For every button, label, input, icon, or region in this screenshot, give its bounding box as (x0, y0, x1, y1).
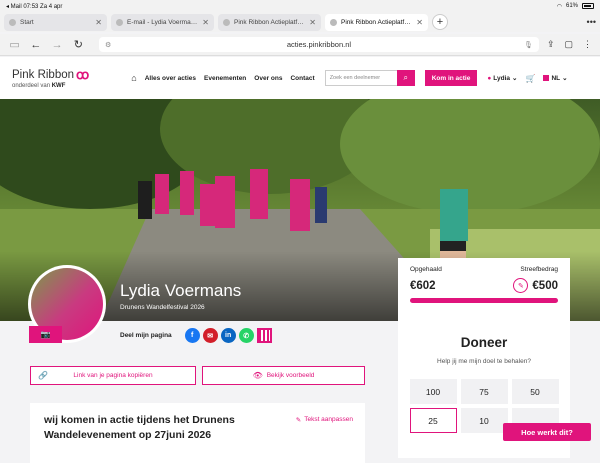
tab-overview-icon[interactable]: ▢ (564, 39, 573, 50)
tab-label: E-mail - Lydia Voermans - Outlook (127, 18, 198, 26)
preview-button[interactable]: 👁 Bekijk voorbeeld (202, 366, 365, 385)
linkedin-icon[interactable]: in (220, 328, 236, 343)
user-menu[interactable]: ● Lydia ⌄ (487, 74, 518, 83)
browser-tab-strip: Start ✕ E-mail - Lydia Voermans - Outloo… (0, 12, 600, 32)
ios-status-bar: ◂ Mail 07:53 Za 4 apr ◠ 61% (0, 0, 600, 12)
user-icon: ● (487, 74, 492, 82)
progress-fill (410, 298, 558, 303)
forward-icon[interactable]: → (50, 39, 63, 51)
logo[interactable]: Pink Ribbon ꝏ onderdeel van KWF (12, 67, 89, 89)
story-card: wij komen in actie tijdens het Drunens W… (30, 403, 365, 463)
goal-amount: €500 (532, 279, 558, 292)
status-left: ◂ Mail 07:53 Za 4 apr (6, 3, 63, 10)
copy-link-button[interactable]: 🔗 Link van je pagina kopiëren (30, 366, 196, 385)
close-tab-icon[interactable]: ✕ (416, 18, 423, 27)
browser-toolbar: ▭ ← → ↻ ⚙ acties.pinkribbon.nl 🎙 ⇪ ▢ ⋮ (0, 34, 600, 56)
qr-code-icon[interactable] (256, 328, 272, 343)
fundraising-summary: Opgehaald Streefbedrag €602 ✎ €500 (398, 258, 570, 313)
cart-icon[interactable]: 🛒 (525, 74, 535, 83)
site-header: Pink Ribbon ꝏ onderdeel van KWF ⌂ Alles … (0, 57, 600, 99)
nav-over-ons[interactable]: Over ons (254, 75, 282, 82)
new-tab-button[interactable]: + (432, 14, 448, 30)
raised-label: Opgehaald (410, 266, 442, 273)
amount-option[interactable]: 75 (460, 379, 508, 404)
edit-text-label: Tekst aanpassen (304, 416, 353, 423)
main-nav: ⌂ Alles over acties Evenementen Over ons… (131, 73, 314, 83)
close-tab-icon[interactable]: ✕ (309, 18, 316, 27)
nav-contact[interactable]: Contact (290, 75, 314, 82)
flag-icon (543, 75, 550, 81)
favicon-icon (330, 18, 337, 26)
amount-option[interactable]: 50 (511, 379, 559, 404)
site-settings-icon[interactable]: ⚙ (105, 41, 111, 49)
browser-tab[interactable]: Start ✕ (4, 13, 107, 31)
mic-icon[interactable]: 🎙 (524, 41, 533, 49)
wifi-icon: ◠ (556, 3, 562, 10)
how-it-works-button[interactable]: Hoe werkt dit? (503, 423, 591, 441)
reload-icon[interactable]: ↻ (72, 38, 85, 51)
event-name: Drunens Wandelfestival 2026 (120, 304, 205, 311)
amount-option-selected[interactable]: 25 (409, 408, 457, 433)
share-bar: Deel mijn pagina f ✉ in ✆ (120, 328, 272, 343)
link-icon: 🔗 (38, 371, 48, 380)
address-bar[interactable]: ⚙ acties.pinkribbon.nl 🎙 (98, 37, 539, 52)
search-icon[interactable]: ⌕ (396, 70, 415, 86)
close-tab-icon[interactable]: ✕ (202, 18, 209, 27)
goal-label: Streefbedrag (520, 266, 558, 273)
raised-amount: €602 (410, 279, 436, 292)
share-icon[interactable]: ⇪ (547, 39, 555, 50)
close-tab-icon[interactable]: ✕ (95, 18, 102, 27)
donate-question: Help jij me mijn doel te behalen? (437, 358, 531, 365)
back-icon[interactable]: ← (29, 39, 42, 51)
favicon-icon (9, 18, 16, 26)
browser-tab-active[interactable]: Pink Ribbon Actieplatform ✕ (325, 13, 428, 31)
eye-icon: 👁 (252, 371, 263, 380)
participant-search[interactable]: Zoek een deelnemer ⌕ (324, 70, 415, 86)
email-icon[interactable]: ✉ (202, 328, 218, 343)
battery-icon (582, 3, 594, 9)
chevron-down-icon: ⌄ (512, 75, 518, 82)
edit-text-button[interactable]: ✎ Tekst aanpassen (296, 416, 353, 424)
logo-sub-text: onderdeel van (12, 83, 51, 89)
more-icon[interactable]: ••• (587, 17, 596, 27)
share-label: Deel mijn pagina (120, 332, 172, 339)
amount-option[interactable]: 10 (460, 408, 508, 433)
menu-icon[interactable]: ⋮ (583, 39, 592, 50)
tab-label: Start (20, 18, 34, 26)
nav-alles-over-acties[interactable]: Alles over acties (145, 75, 196, 82)
progress-bar (410, 298, 558, 303)
story-title: wij komen in actie tijdens het Drunens W… (44, 414, 235, 441)
kwf-brand: KWF (51, 83, 66, 89)
search-placeholder: Zoek een deelnemer (329, 75, 381, 81)
donate-title: Doneer (460, 335, 508, 350)
home-icon[interactable]: ⌂ (131, 73, 136, 83)
edit-goal-icon[interactable]: ✎ (513, 278, 529, 293)
facebook-icon[interactable]: f (184, 328, 200, 343)
chevron-down-icon: ⌄ (562, 75, 568, 82)
kom-in-actie-button[interactable]: Kom in actie (424, 70, 478, 86)
url-text: acties.pinkribbon.nl (286, 40, 352, 49)
pencil-icon: ✎ (295, 417, 302, 424)
ribbon-icon: ꝏ (76, 67, 90, 82)
tab-label: Pink Ribbon Actieplatform (341, 18, 413, 26)
amount-option[interactable]: 100 (409, 379, 457, 404)
sidebar-toggle-icon[interactable]: ▭ (8, 38, 21, 51)
favicon-icon (116, 18, 123, 26)
user-name: Lydia (493, 74, 511, 82)
change-photo-button[interactable]: 📷 (29, 326, 62, 343)
browser-tab[interactable]: E-mail - Lydia Voermans - Outlook ✕ (111, 13, 214, 31)
nav-evenementen[interactable]: Evenementen (204, 75, 246, 82)
whatsapp-icon[interactable]: ✆ (238, 328, 254, 343)
favicon-icon (223, 18, 230, 26)
language-selector[interactable]: NL ⌄ (543, 74, 568, 82)
logo-text: Pink Ribbon (12, 69, 75, 81)
tab-label: Pink Ribbon Actieplatform (234, 18, 306, 26)
participant-name: Lydia Voermans (120, 281, 242, 300)
language-label: NL (551, 74, 561, 82)
camera-icon: 📷 (40, 330, 51, 339)
browser-tab[interactable]: Pink Ribbon Actieplatform ✕ (218, 13, 321, 31)
copy-link-label: Link van je pagina kopiëren (73, 372, 153, 379)
preview-label: Bekijk voorbeeld (266, 372, 315, 379)
battery-percent: 61% (565, 3, 578, 9)
